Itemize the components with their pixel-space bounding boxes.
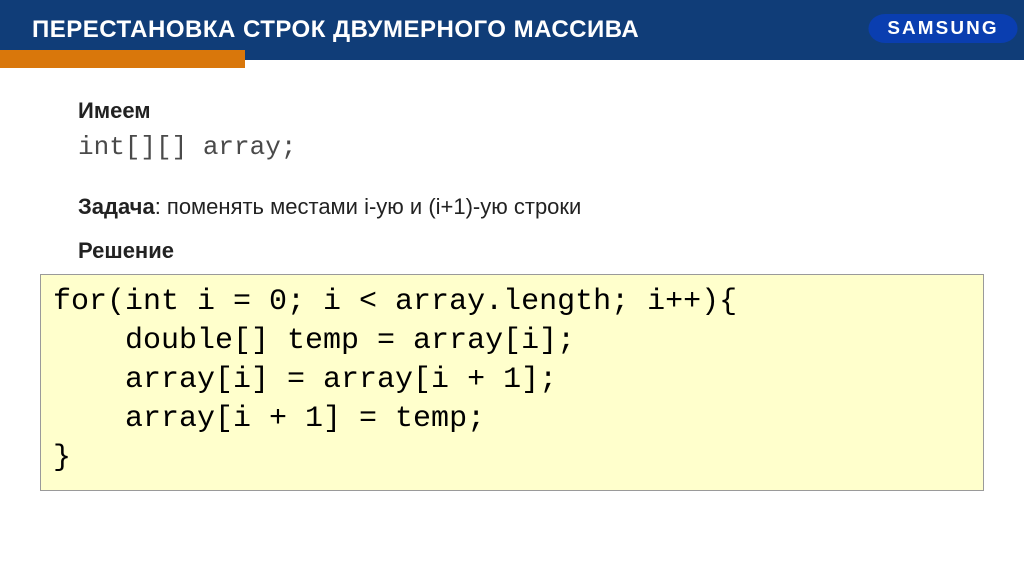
task-label: Задача [78, 194, 155, 219]
label-solution: Решение [78, 238, 964, 264]
task-line: Задача: поменять местами i-ую и (i+1)-ую… [78, 194, 964, 220]
code-box: for(int i = 0; i < array.length; i++){ d… [40, 274, 984, 491]
code-block: for(int i = 0; i < array.length; i++){ d… [53, 283, 971, 478]
slide-title: ПЕРЕСТАНОВКА СТРОК ДВУМЕРНОГО МАССИВА [32, 16, 639, 44]
task-text: : поменять местами i-ую и (i+1)-ую строк… [155, 194, 582, 219]
slide-content: Имеем int[][] array; Задача: поменять ме… [0, 60, 1024, 264]
accent-tab [0, 50, 245, 68]
label-have: Имеем [78, 98, 964, 124]
samsung-logo: SAMSUNG [868, 14, 1017, 43]
declaration-code: int[][] array; [78, 132, 964, 162]
